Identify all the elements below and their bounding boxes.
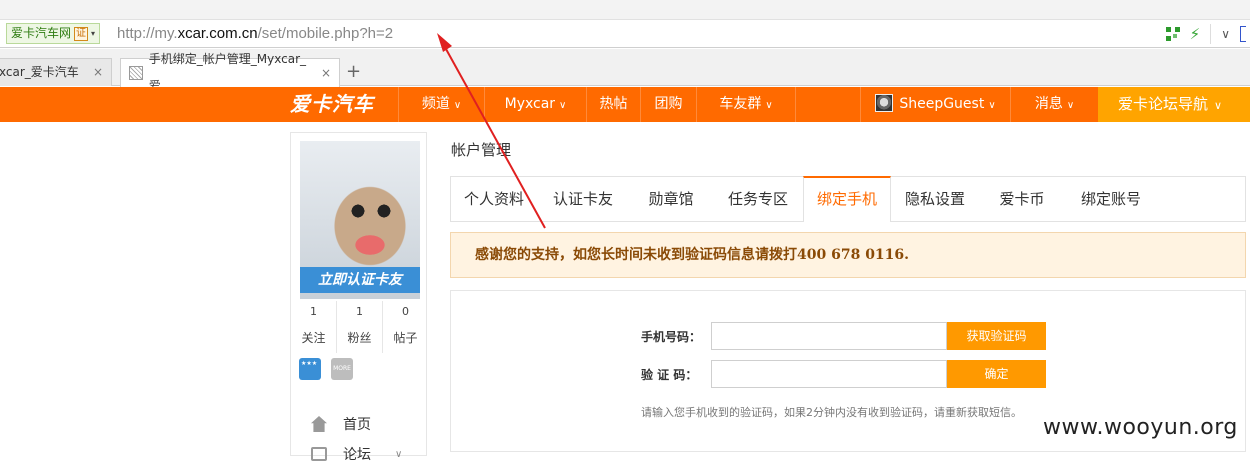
stat-label: 粉丝 [347,331,372,345]
account-tabs: 个人资料 认证卡友 勋章馆 任务专区 绑定手机 隐私设置 爱卡币 绑定账号 [450,176,1246,222]
code-row: 验 证 码： 确定 [641,360,1046,388]
site-logo[interactable]: 爱卡汽车 [290,91,374,117]
favicon-icon [129,66,143,80]
verify-member-banner[interactable]: 立即认证卡友 [300,267,420,293]
stat-following[interactable]: 1 关注 [291,301,337,353]
divider [1210,24,1212,44]
browser-tab-strip: xcar_爱卡汽车 × 手机绑定_帐户管理_Myxcar_爱 × + [0,49,1250,93]
close-icon[interactable]: × [93,59,103,86]
sidebar-item-home[interactable]: 首页 [311,409,402,439]
nav-item-label: 频道 [421,96,450,112]
get-code-button[interactable]: 获取验证码 [947,322,1046,350]
nav-item-channel[interactable]: 频道 ∨ [398,87,484,122]
sidebar-menu: 首页 论坛 ∨ [311,409,402,469]
nav-messages[interactable]: 消息 ∨ [1010,87,1098,122]
medal-badges: MORE [299,358,353,380]
forum-icon [311,447,327,461]
lightning-icon[interactable]: ⚡ [1190,27,1201,42]
code-input[interactable] [711,360,947,388]
chevron-down-icon: ∨ [1066,100,1075,111]
forum-guide-menu[interactable]: 爱卡论坛导航 ∨ [1098,87,1250,122]
nav-user-menu[interactable]: SheepGuest ∨ [860,87,1010,122]
phone-label: 手机号码： [641,329,702,344]
sidebar-toggle-icon[interactable] [1240,26,1246,42]
site-nav-bar: 爱卡汽车 频道 ∨ Myxcar ∨ 热帖 团购 车友群 ∨ SheepGuest ∨ … [0,87,1250,122]
nav-item-label: 热帖 [599,96,628,112]
nav-item-label: 团购 [654,96,683,112]
confirm-button[interactable]: 确定 [947,360,1046,388]
sidebar-item-label: 首页 [343,417,371,433]
nav-item-label: 爱卡论坛导航 [1118,95,1209,113]
nav-item-car-groups[interactable]: 车友群 ∨ [696,87,796,122]
page-title: 帐户管理 [451,141,512,159]
nav-item-myxcar[interactable]: Myxcar ∨ [484,87,586,122]
caret-down-icon: ▾ [91,29,96,38]
stat-label: 关注 [301,331,326,345]
home-icon [311,416,327,432]
chevron-down-icon: ∨ [765,100,773,111]
phone-row: 手机号码： 获取验证码 [641,322,1046,350]
address-bar-actions: ⚡ ∨ [1165,20,1250,48]
url-host: xcar.com.cn [177,25,258,42]
stat-posts[interactable]: 0 帖子 [383,301,428,353]
tab-profile[interactable]: 个人资料 [451,177,537,222]
nav-item-label: Myxcar [504,96,556,112]
nav-item-label: 消息 [1034,96,1063,112]
stat-count: 0 [402,305,409,318]
url-prefix: http://my. [117,25,178,42]
close-icon[interactable]: × [321,60,331,87]
window-top-strip [0,0,1250,20]
url-path: /set/mobile.php?h=2 [257,25,394,42]
tab-tasks[interactable]: 任务专区 [713,177,803,222]
username: SheepGuest [899,96,985,112]
chevron-down-icon: ∨ [988,100,996,111]
browser-tab-mobile-bind[interactable]: 手机绑定_帐户管理_Myxcar_爱 × [120,52,340,93]
chevron-down-icon: ∨ [395,448,403,460]
support-notice: 感谢您的支持，如您长时间未收到验证码信息请拨打400 678 0116. [450,232,1246,278]
site-name: 爱卡汽车网 [11,26,72,40]
tab-xcar-coins[interactable]: 爱卡币 [979,177,1065,222]
tab-bind-phone[interactable]: 绑定手机 [803,176,891,222]
nav-item-hot-posts[interactable]: 热帖 [586,87,640,122]
more-badges-icon[interactable]: MORE [331,358,353,380]
qr-code-icon[interactable] [1165,27,1180,41]
medal-icon[interactable] [299,358,321,380]
tab-verify[interactable]: 认证卡友 [537,177,629,222]
new-tab-button[interactable]: + [346,63,361,81]
certificate-icon: 证 [74,26,89,41]
browser-tab-xcar[interactable]: xcar_爱卡汽车 × [0,58,112,86]
chevron-down-icon[interactable]: ∨ [1221,27,1230,41]
chevron-down-icon: ∨ [453,100,462,111]
stat-label: 帖子 [393,331,418,345]
stat-count: 1 [356,305,363,318]
nav-item-group-buy[interactable]: 团购 [640,87,696,122]
nav-item-label: 车友群 [719,96,762,112]
chevron-down-icon: ∨ [1214,99,1223,112]
form-hint: 请输入您手机收到的验证码，如果2分钟内没有收到验证码，请重新获取短信。 [641,406,1022,419]
tab-medals[interactable]: 勋章馆 [629,177,713,222]
stat-count: 1 [310,305,317,318]
profile-stats: 1 关注 1 粉丝 0 帖子 [291,301,428,353]
tab-bind-accounts[interactable]: 绑定账号 [1065,177,1157,222]
chevron-down-icon: ∨ [559,100,567,111]
profile-sidebar: 立即认证卡友 1 关注 1 粉丝 0 帖子 MORE 首页 论坛 ∨ [290,132,428,463]
stat-followers[interactable]: 1 粉丝 [337,301,383,353]
sidebar-item-label: 论坛 [343,447,371,463]
url-field[interactable]: http://my.xcar.com.cn/set/mobile.php?h=2 [117,24,393,44]
tab-privacy[interactable]: 隐私设置 [891,177,979,222]
sidebar-item-forum[interactable]: 论坛 ∨ [311,439,402,469]
watermark: www.wooyun.org [1043,415,1238,440]
address-bar: 爱卡汽车网 证 ▾ http://my.xcar.com.cn/set/mobi… [0,20,1250,48]
site-identity-badge[interactable]: 爱卡汽车网 证 ▾ [6,23,101,44]
tab-title: xcar_爱卡汽车 [0,65,79,79]
code-label: 验 证 码： [641,367,698,382]
avatar [875,94,894,112]
phone-input[interactable] [711,322,947,350]
